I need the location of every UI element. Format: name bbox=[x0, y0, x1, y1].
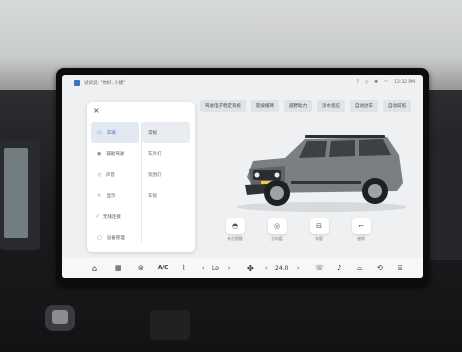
status-bar: 试试说: "你好, 小捷" ? ◇ ✱ ◠ 13:32 PM bbox=[62, 75, 423, 93]
infotainment-screen: 试试说: "你好, 小捷" ? ◇ ✱ ◠ 13:32 PM 驾驶电子稳定系统 … bbox=[62, 75, 423, 278]
seat-heat-icon[interactable]: ⌇ bbox=[182, 264, 185, 272]
ac-button[interactable]: A/C bbox=[158, 265, 168, 271]
window-icon[interactable]: ⊟ bbox=[309, 218, 329, 234]
settings-menu: ▭ 车辆 ◉ 辅助驾驶 ◁ 声音 ☼ 显示 ⁄ 无线连接 ▢ 设备管理 bbox=[91, 122, 139, 248]
rear-defrost-icon[interactable]: ⌸ bbox=[398, 264, 402, 273]
seat-label: 座椅 bbox=[357, 236, 365, 241]
menu-item-display[interactable]: ☼ 显示 bbox=[91, 185, 139, 206]
phone-icon[interactable]: ☏ bbox=[315, 264, 324, 272]
fan-icon[interactable]: ✤ bbox=[247, 264, 254, 273]
left-temp-increase[interactable]: › bbox=[228, 265, 230, 272]
left-temp-decrease[interactable]: ‹ bbox=[202, 265, 204, 272]
mirror-control[interactable]: ◓ 外后视镜 bbox=[222, 218, 248, 242]
quick-controls: ◓ 外后视镜 ◎ 方向盘 ⊟ 车窗 ⌐ 座椅 bbox=[222, 218, 374, 242]
vehicle-image bbox=[237, 135, 407, 212]
recirculation-icon[interactable]: ⟲ bbox=[377, 264, 383, 272]
media-icon[interactable]: ♪ bbox=[337, 264, 341, 272]
fan-mode-icon[interactable]: ⊜ bbox=[138, 264, 144, 272]
close-icon[interactable]: × bbox=[93, 106, 100, 115]
submenu-item-ambient-lights[interactable]: 氛围灯 bbox=[142, 164, 190, 185]
seat-control[interactable]: ⌐ 座椅 bbox=[348, 218, 374, 242]
steering-wheel-icon[interactable]: ◎ bbox=[267, 218, 287, 234]
left-temp-value: Lo bbox=[212, 264, 219, 272]
sound-icon: ◁ bbox=[97, 171, 101, 178]
voice-hint-text: 试试说: "你好, 小捷" bbox=[84, 81, 126, 86]
tab-hill-descent[interactable]: 陡坡缓降 bbox=[251, 100, 279, 112]
window-label: 车窗 bbox=[315, 236, 323, 241]
right-temp-decrease[interactable]: ‹ bbox=[265, 265, 267, 272]
settings-submenu: 常规 车外灯 氛围灯 车锁 bbox=[142, 122, 190, 206]
car-icon: ▭ bbox=[97, 129, 102, 136]
menu-item-label: 显示 bbox=[106, 193, 116, 199]
home-icon[interactable]: ⌂ bbox=[92, 264, 97, 273]
instrument-cluster-display bbox=[4, 148, 28, 238]
mirror-label: 外后视镜 bbox=[227, 236, 243, 241]
wifi-icon: ◠ bbox=[384, 80, 388, 85]
submenu-item-locks[interactable]: 车锁 bbox=[142, 185, 190, 206]
front-defrost-icon[interactable]: ⌓ bbox=[357, 264, 363, 273]
menu-item-label: 车辆 bbox=[106, 130, 116, 136]
tab-auto-headlights[interactable]: 自动前照 bbox=[383, 100, 411, 112]
menu-item-sound[interactable]: ◁ 声音 bbox=[91, 164, 139, 185]
window-control[interactable]: ⊟ 车窗 bbox=[306, 218, 332, 242]
settings-panel: × ▭ 车辆 ◉ 辅助驾驶 ◁ 声音 ☼ 显示 ⁄ 无线连接 ▢ 设备管理 常规… bbox=[87, 102, 195, 252]
mirror-icon[interactable]: ◓ bbox=[225, 218, 245, 234]
console-panel bbox=[150, 310, 190, 340]
clock-text: 13:32 PM bbox=[394, 80, 415, 85]
tab-auto-hold[interactable]: 自动驻车 bbox=[350, 100, 378, 112]
apps-icon[interactable]: ▦ bbox=[115, 264, 122, 272]
steering-icon: ◉ bbox=[97, 150, 102, 157]
menu-item-devices[interactable]: ▢ 设备管理 bbox=[91, 227, 139, 248]
signal-icon: ◇ bbox=[364, 80, 369, 85]
device-icon: ▢ bbox=[97, 234, 102, 241]
tab-wading-sensing[interactable]: 涉水感应 bbox=[317, 100, 345, 112]
right-temp-value: 24.0 bbox=[275, 264, 289, 272]
tab-offroad-assist[interactable]: 越野助力 bbox=[284, 100, 312, 112]
bottom-dock: ⌂ ▦ ⊜ A/C ⌇ ‹ Lo › ✤ ‹ 24.0 › ☏ ♪ ⌓ ⟲ ⌸ bbox=[62, 258, 423, 278]
menu-item-label: 设备管理 bbox=[106, 235, 125, 241]
help-icon[interactable]: ? bbox=[356, 80, 358, 85]
right-air-vent bbox=[430, 150, 462, 260]
menu-item-wireless[interactable]: ⁄ 无线连接 bbox=[91, 206, 139, 227]
hazard-button[interactable] bbox=[52, 310, 68, 324]
display-icon: ☼ bbox=[97, 192, 102, 199]
menu-item-label: 辅助驾驶 bbox=[106, 151, 125, 157]
feature-tabs: 驾驶电子稳定系统 陡坡缓降 越野助力 涉水感应 自动驻车 自动前照 bbox=[200, 100, 411, 112]
steering-wheel-control[interactable]: ◎ 方向盘 bbox=[264, 218, 290, 242]
menu-item-label: 声音 bbox=[105, 172, 115, 178]
tab-esc[interactable]: 驾驶电子稳定系统 bbox=[200, 100, 246, 112]
wireless-icon: ⁄ bbox=[97, 213, 98, 220]
seat-icon[interactable]: ⌐ bbox=[351, 218, 371, 234]
menu-item-driver-assist[interactable]: ◉ 辅助驾驶 bbox=[91, 143, 139, 164]
submenu-item-general[interactable]: 常规 bbox=[142, 122, 190, 143]
menu-item-vehicle[interactable]: ▭ 车辆 bbox=[91, 122, 139, 143]
bluetooth-icon: ✱ bbox=[374, 80, 379, 85]
voice-assistant-icon[interactable] bbox=[74, 80, 80, 86]
submenu-item-exterior-lights[interactable]: 车外灯 bbox=[142, 143, 190, 164]
menu-item-label: 无线连接 bbox=[102, 214, 121, 220]
right-temp-increase[interactable]: › bbox=[297, 265, 299, 272]
steering-wheel-label: 方向盘 bbox=[271, 236, 283, 241]
